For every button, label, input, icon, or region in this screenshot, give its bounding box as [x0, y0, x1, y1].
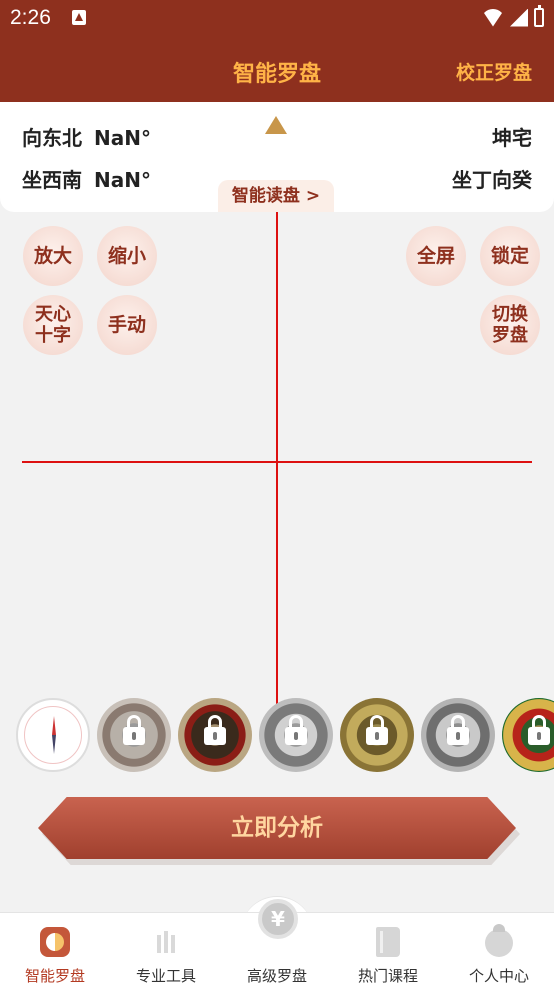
compass-option-locked[interactable] — [340, 698, 414, 772]
compass-option-locked[interactable] — [178, 698, 252, 772]
switch-compass-line1: 切换 — [492, 304, 528, 325]
signal-icon — [510, 8, 528, 27]
status-time: 2:26 — [10, 6, 51, 29]
nav-label: 智能罗盘 — [24, 967, 85, 985]
switch-compass-line2: 罗盘 — [492, 325, 528, 346]
compass-option-locked[interactable] — [97, 698, 171, 772]
nav-item-profile[interactable]: 个人中心 — [444, 913, 554, 985]
lock-icon — [204, 715, 226, 745]
compass-option-locked[interactable] — [421, 698, 495, 772]
zoom-in-button[interactable]: 放大 — [23, 226, 83, 286]
lock-icon — [123, 715, 145, 745]
book-icon — [376, 927, 400, 957]
crosshair-toggle-line1: 天心 — [35, 304, 71, 325]
battery-icon — [534, 5, 544, 27]
facing-direction: 向东北 NaN° — [22, 122, 151, 151]
crosshair-toggle-button[interactable]: 天心 十字 — [23, 295, 83, 355]
nav-item-pro-tools[interactable]: 专业工具 — [111, 913, 221, 985]
status-bar: 2:26 — [0, 0, 554, 36]
facing-label: 向东北 — [22, 126, 82, 150]
bottom-nav: 智能罗盘 专业工具 ¥ 高级罗盘 热门课程 个人中心 — [0, 899, 554, 985]
zoom-out-button[interactable]: 缩小 — [97, 226, 157, 286]
crosshair-toggle-line2: 十字 — [35, 325, 71, 346]
nav-label: 专业工具 — [135, 967, 196, 985]
crosshair-horizontal-line — [22, 461, 532, 463]
facing-degree: NaN° — [94, 126, 151, 150]
direction-pointer-icon — [265, 116, 287, 134]
nav-item-courses[interactable]: 热门课程 — [333, 913, 443, 985]
crosshair-vertical-line — [276, 212, 278, 706]
notification-icon — [72, 10, 86, 25]
analyze-now-button[interactable]: 立即分析 — [38, 797, 516, 859]
manual-button[interactable]: 手动 — [97, 295, 157, 355]
lock-icon — [528, 715, 550, 745]
person-icon — [485, 924, 513, 957]
mountain-direction: 坐丁向癸 — [452, 168, 532, 192]
sitting-label: 坐西南 — [22, 168, 82, 192]
compass-option-basic[interactable] — [16, 698, 90, 772]
lock-icon — [447, 715, 469, 745]
switch-compass-button[interactable]: 切换 罗盘 — [480, 295, 540, 355]
lock-button[interactable]: 锁定 — [480, 226, 540, 286]
compass-option-locked[interactable] — [259, 698, 333, 772]
sitting-degree: NaN° — [94, 168, 151, 192]
lock-icon — [366, 715, 388, 745]
taiji-icon — [40, 927, 70, 957]
compass-option-locked[interactable] — [502, 698, 554, 772]
nav-item-smart-compass[interactable]: 智能罗盘 — [0, 913, 110, 985]
house-type: 坤宅 — [492, 126, 532, 150]
lock-icon — [285, 715, 307, 745]
nav-label: 热门课程 — [357, 967, 418, 985]
nav-item-advanced-compass[interactable]: ¥ 高级罗盘 — [222, 899, 332, 985]
smart-read-button[interactable]: 智能读盘 > — [218, 180, 334, 212]
tools-icon — [151, 927, 181, 957]
fullscreen-button[interactable]: 全屏 — [406, 226, 466, 286]
sitting-direction: 坐西南 NaN° — [22, 164, 151, 193]
wifi-icon — [482, 9, 504, 27]
nav-label: 高级罗盘 — [246, 967, 307, 985]
nav-label: 个人中心 — [468, 967, 529, 985]
system-icons — [482, 5, 544, 27]
yuan-coin-icon: ¥ — [258, 899, 298, 939]
calibrate-compass-button[interactable]: 校正罗盘 — [456, 58, 532, 85]
app-header: 智能罗盘 校正罗盘 — [0, 36, 554, 102]
